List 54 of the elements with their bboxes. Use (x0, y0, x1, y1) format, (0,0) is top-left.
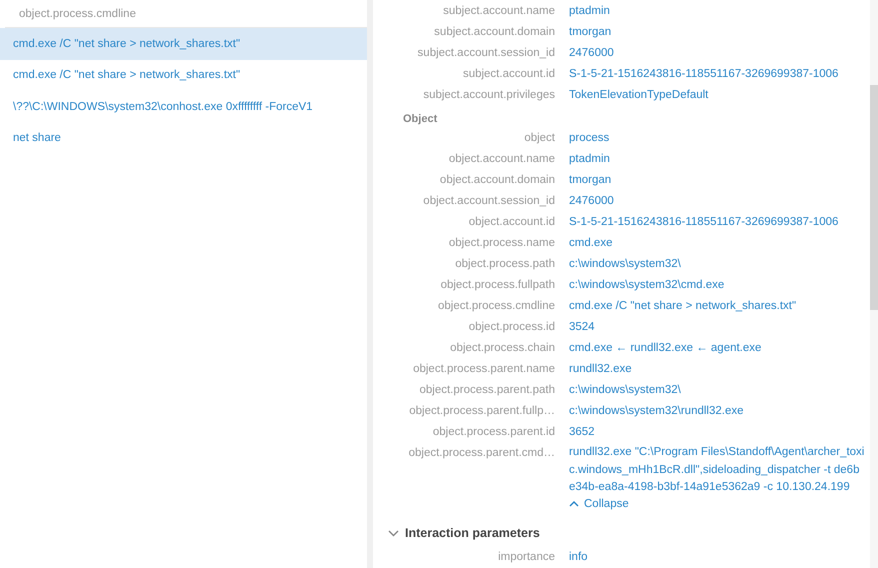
field-value: 3652 (569, 425, 596, 440)
field-value: process (569, 131, 610, 146)
chevron-up-icon (569, 500, 579, 507)
field-value: S-1-5-21-1516243816-118551167-3269699387-1006 (569, 67, 840, 82)
scrollbar[interactable] (870, 0, 878, 568)
result-item[interactable]: cmd.exe /C "net share > network_shares.txt" (0, 28, 367, 60)
field-key: object.process.chain (373, 341, 555, 362)
field-key: object.process.name (373, 236, 555, 257)
field-key: object.process.path (373, 257, 555, 278)
field-key: object.process.parent.fullp… (373, 404, 555, 425)
field-value: c:\windows\system32\ (569, 383, 682, 398)
field-key: object.account.name (373, 152, 555, 173)
field-key: importance (373, 550, 555, 568)
field-key: object.process.parent.path (373, 383, 555, 404)
field-value: cmd.exe /C "net share > network_shares.txt" (569, 299, 798, 314)
field-value: S-1-5-21-1516243816-118551167-3269699387-1006 (569, 215, 840, 230)
field-key: object.process.cmdline (373, 299, 555, 320)
field-key: subject.account.session_id (373, 46, 555, 67)
result-item[interactable]: cmd.exe /C "net share > network_shares.txt" (0, 60, 367, 91)
field-key: subject.account.privileges (373, 88, 555, 109)
field-value: rundll32.exe (569, 362, 633, 377)
field-key: subject.account.id (373, 67, 555, 88)
field-key: object (373, 131, 555, 152)
field-key: object.account.domain (373, 173, 555, 194)
result-item[interactable]: net share (0, 122, 367, 154)
field-key: object.account.id (373, 215, 555, 236)
chevron-down-icon[interactable] (388, 529, 399, 537)
field-value: tmorgan (569, 25, 612, 40)
field-key: object.process.id (373, 320, 555, 341)
field-value: cmd.exe (569, 236, 614, 251)
section-title: Interaction parameters (405, 526, 540, 540)
field-key: object.process.fullpath (373, 278, 555, 299)
field-key: subject.account.domain (373, 25, 555, 46)
field-value: c:\windows\system32\rundll32.exe (569, 404, 744, 419)
field-value: ptadmin (569, 152, 611, 167)
field-value: rundll32.exe "C:\Program Files\Standoff\Agent\archer_toxic.windows_mHh1BcR.dll",sideloading_dispatcher -t de6be34b-ea8a-4198-b3bf-14a91e5362a9 -c 10.130.24.199 (569, 445, 865, 495)
field-value: tmorgan (569, 173, 612, 188)
field-key: subject.account.name (373, 4, 555, 25)
collapse-link[interactable]: Collapse (569, 498, 629, 510)
field-key: object.process.parent.cmd… (373, 446, 555, 510)
result-item[interactable]: \??\C:\WINDOWS\system32\conhost.exe 0xffffffff -ForceV1 (0, 91, 367, 122)
field-value: TokenElevationTypeDefault (569, 88, 710, 103)
field-value: c:\windows\system32\ (569, 257, 682, 272)
field-value: ptadmin (569, 4, 611, 19)
field-key: object.account.session_id (373, 194, 555, 215)
group-title: Object (402, 112, 438, 127)
field-value: cmd.exe ← rundll32.exe ← agent.exe (569, 341, 762, 356)
field-key: object.process.parent.id (373, 425, 555, 446)
field-key: object.process.parent.name (373, 362, 555, 383)
field-value: info (569, 550, 589, 565)
field-value: 3524 (569, 320, 596, 335)
field-value: c:\windows\system32\cmd.exe (569, 278, 726, 293)
field-value: 2476000 (569, 194, 615, 209)
field-value: 2476000 (569, 46, 615, 61)
